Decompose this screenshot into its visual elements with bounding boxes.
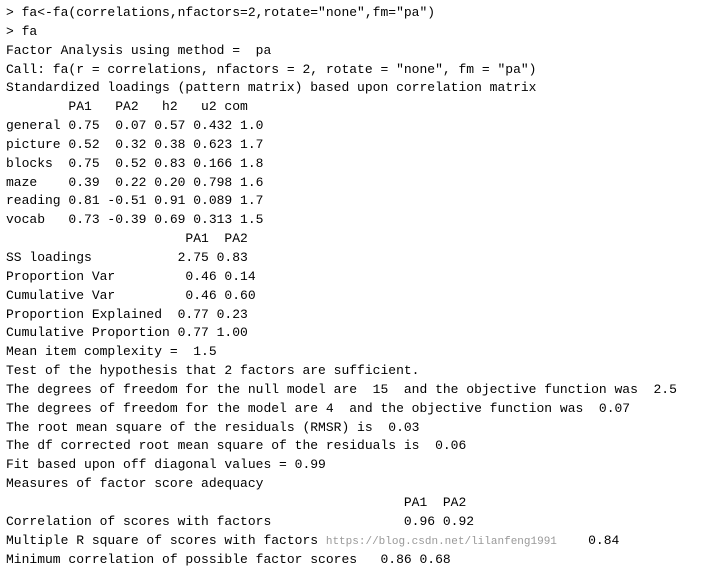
console-line: Mean item complexity = 1.5 — [6, 343, 695, 362]
console-line: The root mean square of the residuals (R… — [6, 419, 695, 438]
console-line: Call: fa(r = correlations, nfactors = 2,… — [6, 61, 695, 80]
console-line: The degrees of freedom for the null mode… — [6, 381, 695, 400]
console-line: vocab 0.73 -0.39 0.69 0.313 1.5 — [6, 211, 695, 230]
console-line: Standardized loadings (pattern matrix) b… — [6, 79, 695, 98]
console-line: Fit based upon off diagonal values = 0.9… — [6, 456, 695, 475]
console-line: Minimum correlation of possible factor s… — [6, 551, 695, 570]
console-line: Measures of factor score adequacy — [6, 475, 695, 494]
console-line: Multiple R square of scores with factors… — [6, 532, 695, 551]
console-line: PA1 PA2 h2 u2 com — [6, 98, 695, 117]
console-line: The df corrected root mean square of the… — [6, 437, 695, 456]
console-line: Factor Analysis using method = pa — [6, 42, 695, 61]
console-line: PA1 PA2 — [6, 494, 695, 513]
watermark: https://blog.csdn.net/lilanfeng1991 — [326, 536, 557, 548]
console-line: Test of the hypothesis that 2 factors ar… — [6, 362, 695, 381]
console-line: Proportion Explained 0.77 0.23 — [6, 306, 695, 325]
console-line: maze 0.39 0.22 0.20 0.798 1.6 — [6, 174, 695, 193]
console-line: picture 0.52 0.32 0.38 0.623 1.7 — [6, 136, 695, 155]
console-line: Cumulative Proportion 0.77 1.00 — [6, 324, 695, 343]
console-line: The degrees of freedom for the model are… — [6, 400, 695, 419]
console-line: reading 0.81 -0.51 0.91 0.089 1.7 — [6, 192, 695, 211]
console-line: general 0.75 0.07 0.57 0.432 1.0 — [6, 117, 695, 136]
console-line: PA1 PA2 — [6, 230, 695, 249]
console-line: blocks 0.75 0.52 0.83 0.166 1.8 — [6, 155, 695, 174]
console-line: Proportion Var 0.46 0.14 — [6, 268, 695, 287]
console-line: > fa — [6, 23, 695, 42]
console-line: SS loadings 2.75 0.83 — [6, 249, 695, 268]
console-output: > fa<-fa(correlations,nfactors=2,rotate=… — [0, 0, 701, 573]
console-line: Cumulative Var 0.46 0.60 — [6, 287, 695, 306]
console-line: > fa<-fa(correlations,nfactors=2,rotate=… — [6, 4, 695, 23]
